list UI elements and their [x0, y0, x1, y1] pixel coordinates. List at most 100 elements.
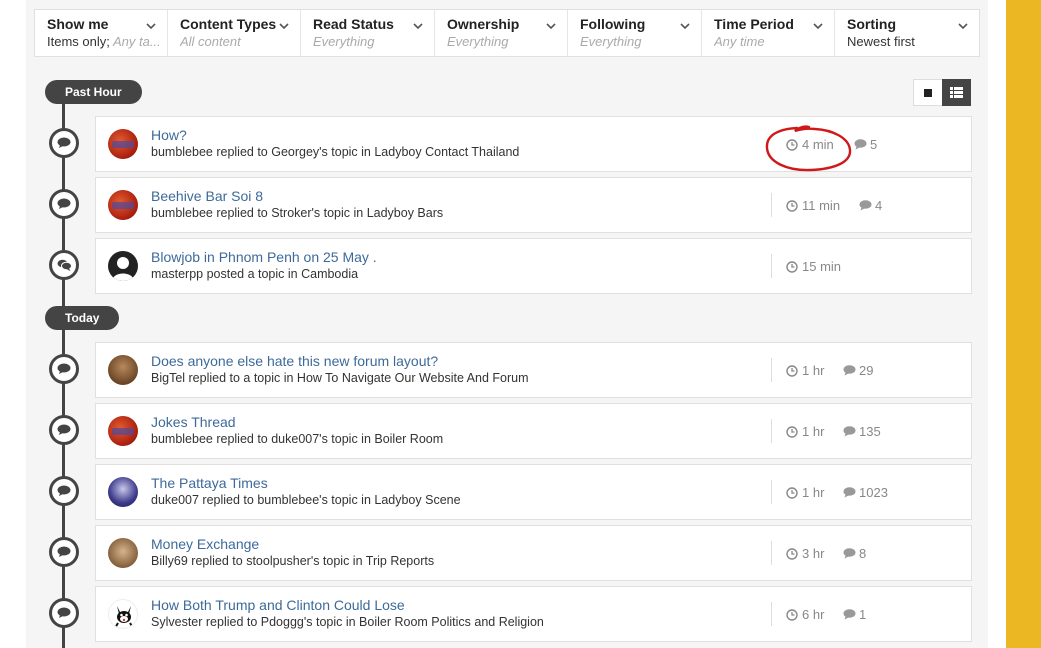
activity-item: Beehive Bar Soi 8 bumblebee replied to S…: [95, 177, 972, 233]
list-icon: [950, 87, 963, 98]
item-time: 1 hr: [786, 363, 824, 378]
divider: [771, 419, 772, 443]
item-subtitle: Billy69 replied to stoolpusher's topic i…: [151, 554, 435, 568]
filter-ownership[interactable]: Ownership Everything: [435, 10, 568, 56]
item-title-link[interactable]: The Pattaya Times: [151, 475, 268, 491]
item-time: 15 min: [786, 259, 841, 274]
filter-value: Newest first: [847, 34, 915, 49]
right-margin: [988, 0, 1006, 648]
filter-following[interactable]: Following Everything: [568, 10, 702, 56]
item-time: 11 min: [786, 198, 840, 213]
item-title-link[interactable]: How?: [151, 127, 187, 143]
avatar[interactable]: [108, 251, 138, 281]
divider: [771, 541, 772, 565]
item-title-link[interactable]: Blowjob in Phnom Penh on 25 May .: [151, 249, 377, 265]
page-side-band: [1006, 0, 1041, 648]
timeline-node: [49, 415, 79, 445]
comment-icon: [57, 198, 71, 209]
avatar[interactable]: [108, 190, 138, 220]
timeline-node: [49, 128, 79, 158]
item-title-link[interactable]: Jokes Thread: [151, 414, 236, 430]
filter-time-period[interactable]: Time Period Any time: [702, 10, 835, 56]
activity-item: The Pattaya Times duke007 replied to bum…: [95, 464, 972, 520]
item-subtitle: bumblebee replied to Georgey's topic in …: [151, 145, 520, 159]
item-replies[interactable]: 4: [859, 198, 882, 213]
avatar[interactable]: [108, 416, 138, 446]
chevron-down-icon: [146, 23, 156, 30]
comment-icon: [843, 487, 856, 498]
clock-icon: [786, 608, 798, 621]
filter-content-types[interactable]: Content Types All content: [168, 10, 301, 56]
avatar[interactable]: [108, 477, 138, 507]
filter-sorting[interactable]: Sorting Newest first: [835, 10, 979, 56]
filter-value: Any time: [714, 34, 765, 49]
divider: [771, 254, 772, 278]
item-subtitle: BigTel replied to a topic in How To Navi…: [151, 371, 529, 385]
section-label-today: Today: [45, 306, 120, 330]
item-subtitle: bumblebee replied to duke007's topic in …: [151, 432, 444, 446]
item-replies[interactable]: 135: [843, 424, 881, 439]
item-replies[interactable]: 29: [843, 363, 873, 378]
activity-item: Jokes Thread bumblebee replied to duke00…: [95, 403, 972, 459]
chevron-down-icon: [813, 23, 823, 30]
comment-icon: [843, 426, 856, 437]
filter-show-me[interactable]: Show me Items only; Any ta...: [35, 10, 168, 56]
item-title-link[interactable]: How Both Trump and Clinton Could Lose: [151, 597, 405, 613]
item-time: 4 min: [786, 137, 834, 152]
avatar[interactable]: [108, 538, 138, 568]
timeline-node: [49, 476, 79, 506]
item-title-link[interactable]: Does anyone else hate this new forum lay…: [151, 353, 438, 369]
item-time: 6 hr: [786, 607, 824, 622]
activity-item: Blowjob in Phnom Penh on 25 May . master…: [95, 238, 972, 294]
chevron-down-icon: [279, 23, 289, 30]
timeline-node: [49, 250, 79, 280]
item-subtitle: Sylvester replied to Pdoggg's topic in B…: [151, 615, 544, 629]
divider: [771, 358, 772, 382]
user-silhouette-icon: [112, 257, 134, 281]
item-replies[interactable]: 8: [843, 546, 866, 561]
divider: [771, 602, 772, 626]
square-icon: [924, 88, 932, 97]
item-title-link[interactable]: Beehive Bar Soi 8: [151, 188, 263, 204]
divider: [771, 193, 772, 217]
comment-icon: [57, 363, 71, 374]
clock-icon: [786, 199, 798, 212]
comment-icon: [57, 607, 71, 618]
activity-item: Does anyone else hate this new forum lay…: [95, 342, 972, 398]
comment-icon: [859, 200, 872, 211]
item-subtitle: duke007 replied to bumblebee's topic in …: [151, 493, 461, 507]
filter-read-status[interactable]: Read Status Everything: [301, 10, 435, 56]
clock-icon: [786, 138, 798, 151]
condensed-view-button[interactable]: [913, 79, 942, 106]
item-replies[interactable]: 5: [854, 137, 877, 152]
filter-value: Everything: [447, 34, 509, 49]
left-margin: [0, 0, 26, 648]
avatar[interactable]: [108, 129, 138, 159]
chevron-down-icon: [413, 23, 423, 30]
item-title-link[interactable]: Money Exchange: [151, 536, 259, 552]
expanded-view-button[interactable]: [942, 79, 971, 106]
timeline-node: [49, 537, 79, 567]
item-time: 1 hr: [786, 485, 824, 500]
divider: [771, 480, 772, 504]
timeline-node: [49, 354, 79, 384]
clock-icon: [786, 547, 798, 560]
avatar[interactable]: [108, 599, 138, 629]
comment-icon: [843, 365, 856, 376]
comment-icon: [57, 137, 71, 148]
item-replies[interactable]: 1023: [843, 485, 888, 500]
timeline-node: [49, 189, 79, 219]
chevron-down-icon: [680, 23, 690, 30]
comment-icon: [57, 546, 71, 557]
avatar[interactable]: [108, 355, 138, 385]
activity-item: Money Exchange Billy69 replied to stoolp…: [95, 525, 972, 581]
clock-icon: [786, 260, 798, 273]
item-replies[interactable]: 1: [843, 607, 866, 622]
comment-icon: [843, 548, 856, 559]
view-toggle: [913, 79, 971, 106]
chevron-down-icon: [958, 23, 968, 30]
clock-icon: [786, 486, 798, 499]
item-subtitle: masterpp posted a topic in Cambodia: [151, 267, 359, 281]
filter-bar: Show me Items only; Any ta... Content Ty…: [34, 9, 980, 57]
item-subtitle: bumblebee replied to Stroker's topic in …: [151, 206, 444, 220]
